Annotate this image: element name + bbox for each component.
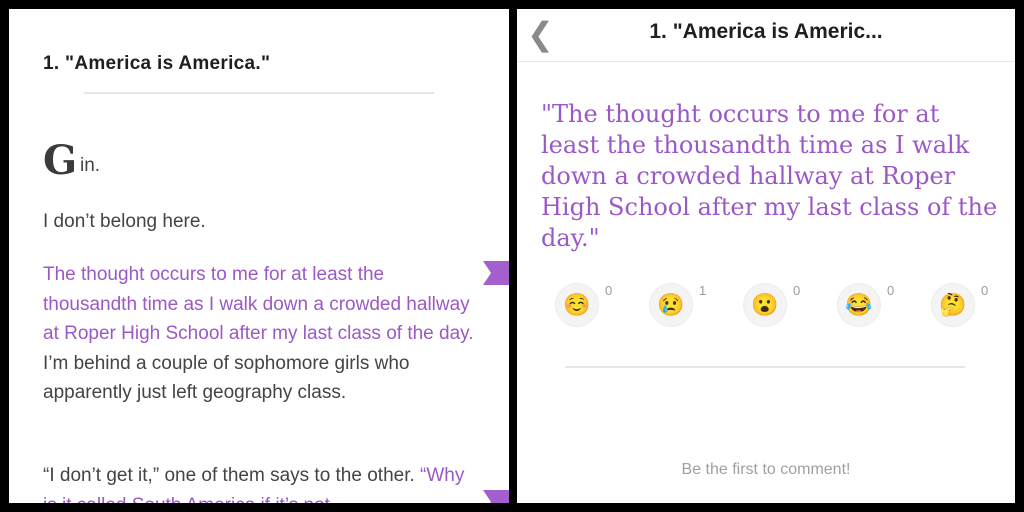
reaction-divider — [565, 366, 965, 368]
surprised-face-icon[interactable]: 😮 — [743, 283, 787, 327]
reaction-count: 0 — [887, 283, 895, 298]
smiling-face-icon[interactable]: ☺️ — [555, 283, 599, 327]
panel-title: 1. "America is Americ... — [649, 20, 883, 43]
reaction-count: 1 — [699, 283, 707, 298]
reader-panel: 1. "America is America." G in. I don’t b… — [9, 9, 509, 503]
drop-cap: G — [43, 137, 78, 184]
crying-face-icon[interactable]: 😢 — [649, 283, 693, 327]
chapter-title: 1. "America is America." — [43, 53, 271, 74]
highlighted-passage[interactable]: The thought occurs to me for at least th… — [43, 264, 474, 344]
inline-comment-marker[interactable] — [483, 261, 509, 285]
title-divider — [84, 92, 434, 94]
paragraph-3-text: “I don’t get it,” one of them says to th… — [43, 465, 415, 486]
inline-comment-marker-2[interactable] — [483, 490, 509, 503]
paragraph-1-text: I don’t belong here. — [43, 211, 206, 232]
comments-panel: ❮ 1. "America is Americ... "The thought … — [517, 9, 1015, 503]
laughing-face-icon[interactable]: 😂 — [837, 283, 881, 327]
thinking-face-icon[interactable]: 🤔 — [931, 283, 975, 327]
drop-cap-rest: in. — [80, 155, 101, 176]
reaction-count: 0 — [605, 283, 613, 298]
reaction-count: 0 — [981, 283, 989, 298]
paragraph-2[interactable]: The thought occurs to me for at least th… — [43, 260, 483, 408]
comment-prompt[interactable]: Be the first to comment! — [517, 461, 1015, 479]
top-bar: ❮ 1. "America is Americ... — [517, 9, 1015, 62]
reaction-count: 0 — [793, 283, 801, 298]
paragraph-3[interactable]: “I don’t get it,” one of them says to th… — [43, 461, 483, 503]
paragraph-2-rest: I’m behind a couple of sophomore girls w… — [43, 352, 410, 404]
quoted-passage: "The thought occurs to me for at least t… — [541, 100, 998, 252]
paragraph-1: I don’t belong here. — [43, 207, 483, 237]
